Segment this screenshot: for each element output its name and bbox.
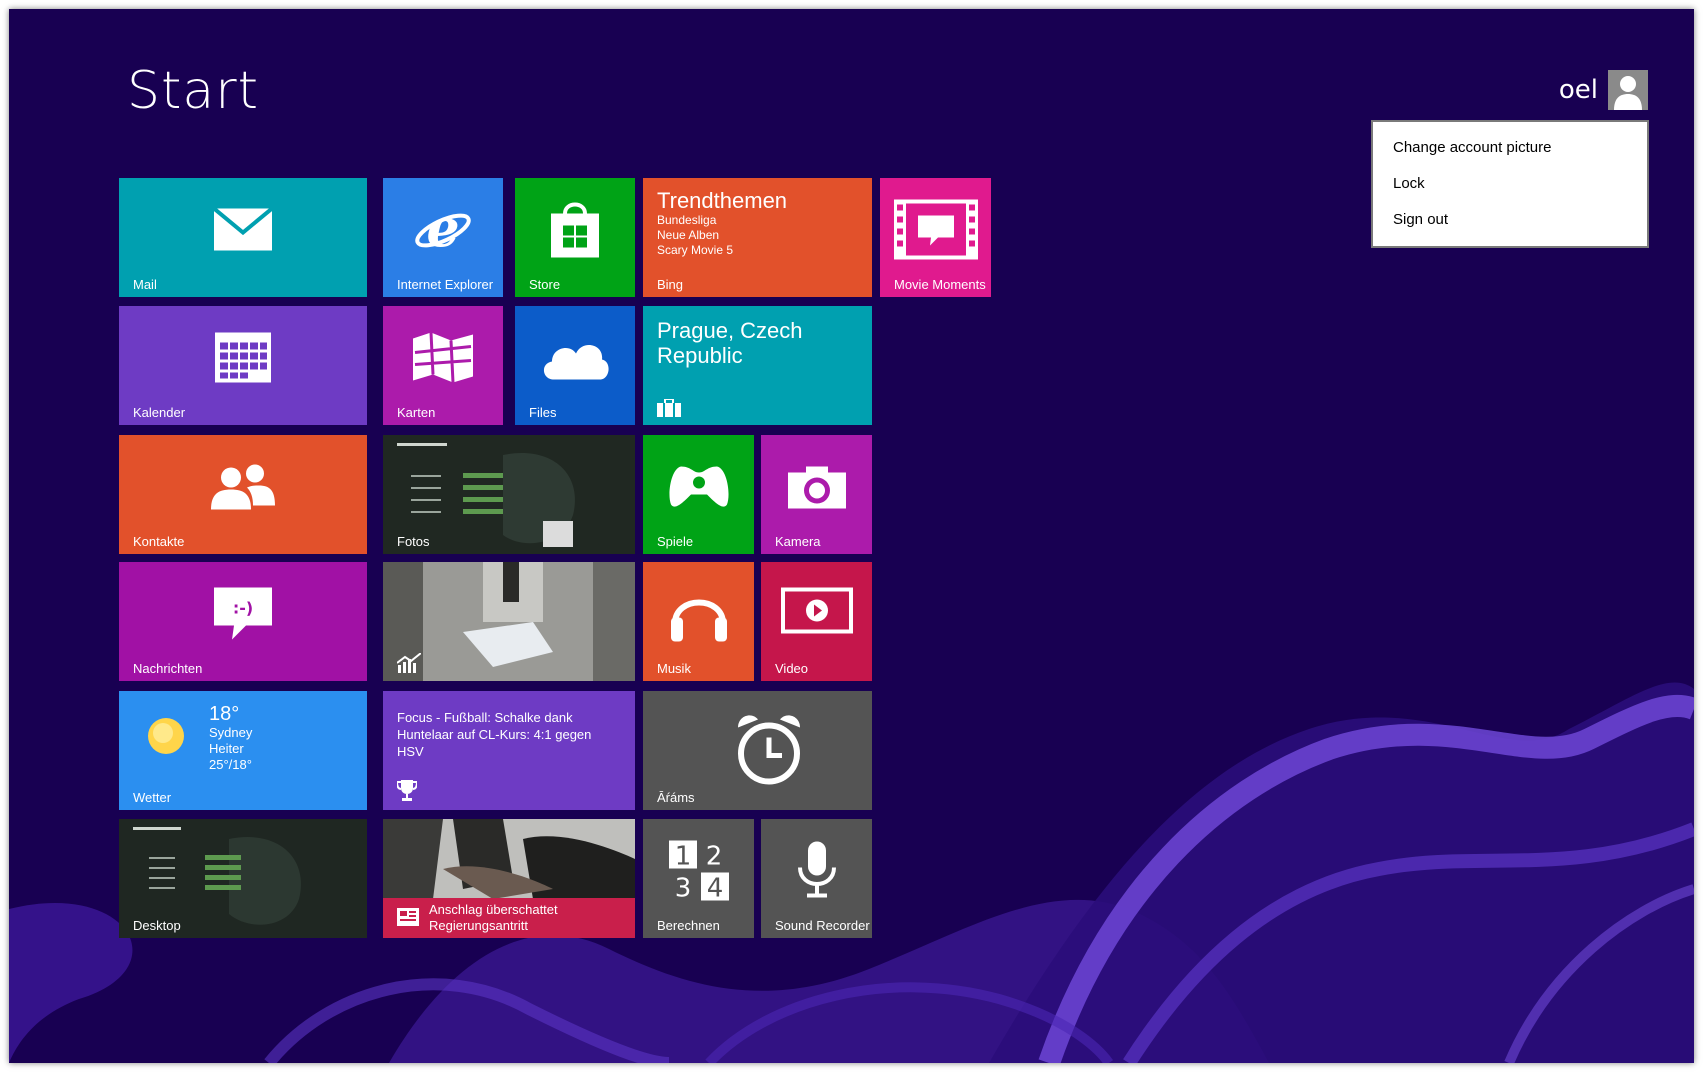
- svg-text:4: 4: [706, 873, 723, 900]
- tile-store[interactable]: Store: [515, 178, 635, 297]
- svg-text:e: e: [426, 200, 459, 258]
- tile-kalender[interactable]: Kalender: [119, 306, 367, 425]
- svg-text::-): :-): [233, 598, 253, 617]
- tile-trending[interactable]: Trendthemen Bundesliga Neue Alben Scary …: [643, 178, 872, 297]
- tile-news[interactable]: Anschlag überschattet Regierungsantritt: [383, 819, 635, 938]
- trending-item: Bundesliga: [657, 213, 717, 227]
- camera-icon: [787, 464, 846, 513]
- suitcase-icon: [657, 398, 681, 420]
- tile-karten[interactable]: Karten: [383, 306, 503, 425]
- tile-travel[interactable]: Prague, Czech Republic: [643, 306, 872, 425]
- tile-nachrichten[interactable]: :-) Nachrichten: [119, 562, 367, 681]
- travel-title: Prague, Czech Republic: [657, 318, 803, 368]
- tile-sports[interactable]: Focus - Fußball: Schalke dank Huntelaar …: [383, 691, 635, 810]
- tile-musik[interactable]: Musik: [643, 562, 754, 681]
- user-avatar-icon[interactable]: [1608, 70, 1648, 110]
- tile-label: Spiele: [657, 534, 694, 549]
- chat-bubble-icon: :-): [214, 587, 272, 644]
- tile-label: Movie Moments: [894, 277, 986, 292]
- tile-photo-paper[interactable]: [383, 562, 635, 681]
- tile-internet-explorer[interactable]: e Internet Explorer: [383, 178, 503, 297]
- change-account-picture-item[interactable]: Change account picture: [1373, 130, 1647, 166]
- trending-item: Neue Alben: [657, 228, 720, 242]
- tile-sound-recorder[interactable]: Sound Recorder: [761, 819, 872, 938]
- tile-desktop[interactable]: Desktop: [119, 819, 367, 938]
- user-account[interactable]: oel: [1559, 70, 1648, 110]
- svg-text:2: 2: [705, 841, 722, 871]
- trending-title: Trendthemen: [657, 188, 788, 213]
- headphones-icon: [669, 583, 729, 648]
- tile-label: Bing: [657, 277, 684, 292]
- weather-details: 18° Sydney Heiter 25°/18°: [209, 703, 252, 773]
- tile-mail[interactable]: Mail: [119, 178, 367, 297]
- calculator-icon: 1234: [668, 840, 729, 905]
- tile-label: Desktop: [133, 918, 181, 933]
- trending-content: Trendthemen Bundesliga Neue Alben Scary …: [657, 188, 787, 258]
- lock-item[interactable]: Lock: [1373, 166, 1647, 202]
- sign-out-item[interactable]: Sign out: [1373, 202, 1647, 238]
- sports-headline: Focus - Fußball: Schalke dank Huntelaar …: [397, 710, 592, 759]
- weather-city: Sydney: [209, 725, 253, 740]
- internet-explorer-icon: e: [413, 198, 473, 263]
- account-menu: Change account picture Lock Sign out: [1371, 120, 1649, 248]
- start-title: Start: [127, 61, 260, 121]
- start-screen: Start oel Change account picture Lock Si…: [9, 9, 1694, 1063]
- news-headline-line1: Anschlag überschattet: [429, 902, 558, 917]
- sun-icon: [143, 713, 189, 764]
- trending-item: Scary Movie 5: [657, 243, 734, 257]
- tile-label: Nachrichten: [133, 661, 203, 676]
- tile-alarms[interactable]: Āŕáms: [643, 691, 872, 810]
- newspaper-icon: [397, 908, 419, 931]
- tile-weather[interactable]: 18° Sydney Heiter 25°/18° Wetter: [119, 691, 367, 810]
- tile-label: Kalender: [133, 405, 186, 420]
- trophy-icon: [395, 780, 419, 805]
- finance-chart-icon: [396, 652, 422, 676]
- weather-condition: Heiter: [209, 741, 244, 756]
- news-bar: Anschlag überschattet Regierungsantritt: [383, 898, 635, 938]
- user-name[interactable]: oel: [1559, 75, 1598, 105]
- game-controller-icon: [667, 464, 731, 513]
- tile-kontakte[interactable]: Kontakte: [119, 435, 367, 554]
- tile-video[interactable]: Video: [761, 562, 872, 681]
- tile-label: Karten: [397, 405, 436, 420]
- tile-label: Āŕáms: [657, 790, 695, 805]
- people-icon: [211, 463, 275, 514]
- tile-label: Musik: [657, 661, 691, 676]
- weather-temp: 18°: [209, 703, 240, 725]
- tile-label: Wetter: [133, 790, 172, 805]
- map-icon: [413, 331, 473, 387]
- tile-berechnen[interactable]: 1234 Berechnen: [643, 819, 754, 938]
- tile-movie-moments[interactable]: Movie Moments: [880, 178, 991, 297]
- svg-text:3: 3: [674, 873, 691, 900]
- film-icon: [893, 199, 978, 264]
- cloud-icon: [540, 335, 610, 384]
- tile-label: Kamera: [775, 534, 821, 549]
- news-headline-line2: Regierungsantritt: [429, 918, 528, 933]
- tile-files[interactable]: Files: [515, 306, 635, 425]
- tile-label: Files: [529, 405, 557, 420]
- tile-label: Berechnen: [657, 918, 720, 933]
- tile-fotos[interactable]: Fotos: [383, 435, 635, 554]
- tile-kamera[interactable]: Kamera: [761, 435, 872, 554]
- alarm-clock-icon: [734, 711, 804, 790]
- envelope-icon: [212, 206, 274, 255]
- tile-label: Mail: [133, 277, 157, 292]
- tile-label: Kontakte: [133, 534, 185, 549]
- tile-label: Video: [775, 661, 809, 676]
- tile-label: Internet Explorer: [397, 277, 494, 292]
- tile-label: Store: [529, 277, 561, 292]
- store-bag-icon: [549, 199, 601, 264]
- tile-label: Sound Recorder: [775, 918, 870, 933]
- calendar-icon: [215, 332, 271, 387]
- weather-range: 25°/18°: [209, 757, 252, 772]
- microphone-icon: [797, 841, 837, 904]
- tile-label: Fotos: [397, 534, 430, 549]
- svg-text:1: 1: [674, 841, 691, 871]
- video-player-icon: [780, 587, 853, 644]
- tile-spiele[interactable]: Spiele: [643, 435, 754, 554]
